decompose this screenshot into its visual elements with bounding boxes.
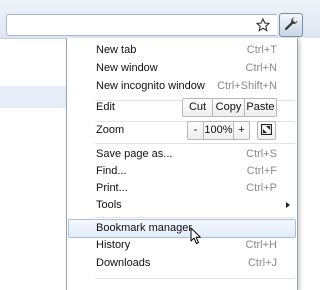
wrench-menu: New tab Ctrl+T New window Ctrl+N New inc… (66, 38, 298, 290)
menu-item-shortcut: Ctrl+J (247, 257, 277, 269)
menu-item-new-tab[interactable]: New tab Ctrl+T (67, 41, 297, 60)
menu-item-shortcut: Ctrl+N (245, 62, 277, 74)
menu-item-shortcut: Ctrl+S (246, 148, 277, 160)
zoom-button-group: - 100% + (187, 121, 250, 140)
wrench-icon (283, 16, 299, 35)
zoom-label: Zoom (96, 124, 125, 136)
star-icon[interactable] (252, 14, 274, 36)
zoom-out-button[interactable]: - (188, 122, 204, 139)
menu-item-label: Find... (96, 165, 127, 177)
menu-item-label: New window (96, 62, 158, 74)
fullscreen-icon (260, 123, 273, 138)
menu-item-history[interactable]: History Ctrl+H (67, 236, 297, 255)
menu-item-shortcut: Ctrl+F (246, 165, 277, 177)
address-bar[interactable] (6, 14, 277, 36)
menu-row-edit: Edit Cut Copy Paste (67, 97, 297, 119)
zoom-in-button[interactable]: + (234, 122, 249, 139)
menu-item-shortcut: Ctrl+T (246, 44, 277, 56)
menu-separator (95, 143, 295, 144)
menu-item-tools[interactable]: Tools (67, 196, 297, 215)
menu-item-label: History (96, 239, 131, 251)
wrench-menu-button[interactable] (279, 13, 303, 37)
cut-button[interactable]: Cut (183, 99, 213, 116)
edit-button-group: Cut Copy Paste (182, 98, 277, 117)
menu-item-label: Bookmark manager (96, 222, 192, 234)
paste-button[interactable]: Paste (245, 99, 276, 116)
menu-item-label: Print... (96, 182, 128, 194)
menu-item-new-incognito-window[interactable]: New incognito window Ctrl+Shift+N (67, 77, 297, 96)
edit-label: Edit (96, 101, 115, 113)
menu-item-shortcut: Ctrl+P (246, 182, 277, 194)
menu-item-shortcut: Ctrl+Shift+N (217, 80, 277, 92)
content-highlight-row (0, 86, 66, 108)
chevron-right-icon (286, 202, 290, 208)
browser-toolbar (0, 0, 320, 38)
menu-separator (95, 278, 295, 279)
menu-item-label: New tab (96, 44, 137, 56)
menu-item-shortcut: Ctrl+H (245, 239, 277, 251)
menu-item-label: Save page as... (96, 148, 173, 160)
menu-item-new-window[interactable]: New window Ctrl+N (67, 59, 297, 78)
menu-item-label: Tools (96, 199, 122, 211)
menu-separator (95, 217, 295, 218)
fullscreen-button[interactable] (257, 121, 276, 140)
copy-button[interactable]: Copy (213, 99, 245, 116)
menu-item-label: New incognito window (96, 80, 205, 92)
zoom-level: 100% (204, 122, 234, 139)
menu-item-label: Downloads (96, 257, 151, 269)
mouse-pointer-icon (190, 227, 202, 248)
menu-item-downloads[interactable]: Downloads Ctrl+J (67, 254, 297, 273)
menu-row-zoom: Zoom - 100% + (67, 120, 297, 142)
content-divider (0, 38, 66, 39)
